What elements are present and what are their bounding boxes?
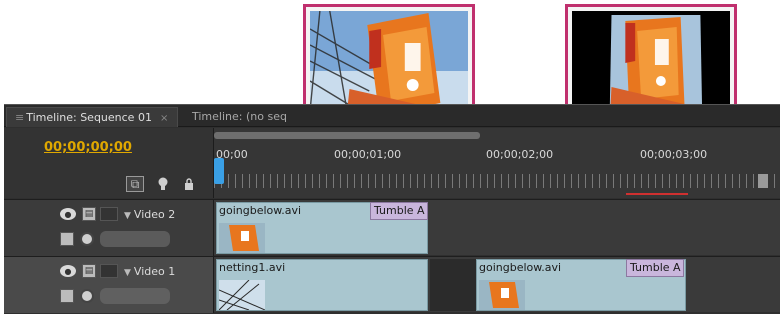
clip-title: netting1.avi — [219, 261, 286, 274]
track-header-video-1: ● ▤ ▼ Video 1 — [4, 257, 214, 313]
ruler-ticks — [214, 174, 780, 188]
ruler-label: 00;00;01;00 — [334, 148, 402, 161]
ruler-label: 00;00;03;00 — [640, 148, 708, 161]
track-video-2: ● ▤ ▼ Video 2 goingbelow.avi Tumble A — [4, 199, 780, 256]
track-gap — [430, 259, 476, 311]
tab-bar: ≡ Timeline: Sequence 01 × Timeline: (no se… — [4, 105, 780, 127]
clip-thumbnail — [219, 280, 265, 310]
show-keyframes-icon[interactable] — [80, 289, 94, 303]
time-ruler[interactable]: 00;00 00;00;01;00 00;00;02;00 00;00;03;0… — [214, 128, 780, 198]
tab-label: Timeline: Sequence 01 — [26, 111, 152, 124]
track-name[interactable]: ▼ Video 1 — [124, 265, 175, 278]
collapse-triangle-icon[interactable]: ▼ — [124, 268, 131, 278]
track-lock-toggle[interactable] — [100, 207, 118, 221]
set-marker-icon[interactable] — [154, 176, 172, 192]
tab-label: Timeline: (no seq — [192, 110, 287, 123]
playhead[interactable] — [214, 158, 224, 184]
lock-icon[interactable] — [180, 176, 198, 192]
keyframe-nav-controls[interactable] — [100, 231, 170, 247]
show-keyframes-icon[interactable] — [80, 232, 94, 246]
track-label: Video 1 — [133, 265, 176, 278]
transition-tumble-away-video2[interactable]: Tumble A — [370, 202, 428, 220]
film-icon[interactable]: ▤ — [82, 264, 96, 278]
tab-timeline-no-sequence[interactable]: Timeline: (no seq — [184, 107, 324, 127]
film-icon[interactable]: ▤ — [82, 207, 96, 221]
keyframe-icon[interactable] — [60, 289, 74, 303]
eye-icon[interactable]: ● — [60, 265, 76, 277]
clip-thumbnail — [219, 223, 265, 253]
track-name[interactable]: ▼ Video 2 — [124, 208, 175, 221]
keyframe-icon[interactable] — [60, 232, 74, 246]
eye-icon[interactable]: ● — [60, 208, 76, 220]
track-lock-toggle[interactable] — [100, 264, 118, 278]
timeline-header-controls: 00;00;00;00 ⧉ — [4, 128, 214, 198]
current-time-display[interactable]: 00;00;00;00 — [44, 140, 132, 155]
track-label: Video 2 — [133, 208, 176, 221]
render-bar — [626, 193, 688, 195]
timeline-panel: ≡ Timeline: Sequence 01 × Timeline: (no se… — [4, 104, 780, 314]
clip-title: goingbelow.avi — [479, 261, 562, 274]
clip-netting1-video1[interactable]: netting1.avi — [216, 259, 428, 311]
tab-grip-icon[interactable]: ≡ — [15, 111, 24, 124]
track-video-1: ● ▤ ▼ Video 1 netting1.avi goingbelow.avi — [4, 256, 780, 313]
keyframe-nav-controls[interactable] — [100, 288, 170, 304]
transition-tumble-away-video1[interactable]: Tumble A — [626, 259, 684, 277]
clip-title: goingbelow.avi — [219, 204, 302, 217]
ruler-label: 00;00;02;00 — [486, 148, 554, 161]
tab-timeline-sequence-01[interactable]: ≡ Timeline: Sequence 01 × — [6, 107, 178, 127]
clip-thumbnail — [479, 280, 525, 310]
track-header-video-2: ● ▤ ▼ Video 2 — [4, 200, 214, 256]
snap-icon[interactable]: ⧉ — [126, 176, 144, 192]
tab-close-icon[interactable]: × — [160, 113, 168, 124]
work-area-end-handle[interactable] — [758, 174, 768, 188]
collapse-triangle-icon[interactable]: ▼ — [124, 211, 131, 221]
zoom-scroll-bar[interactable] — [214, 132, 480, 139]
